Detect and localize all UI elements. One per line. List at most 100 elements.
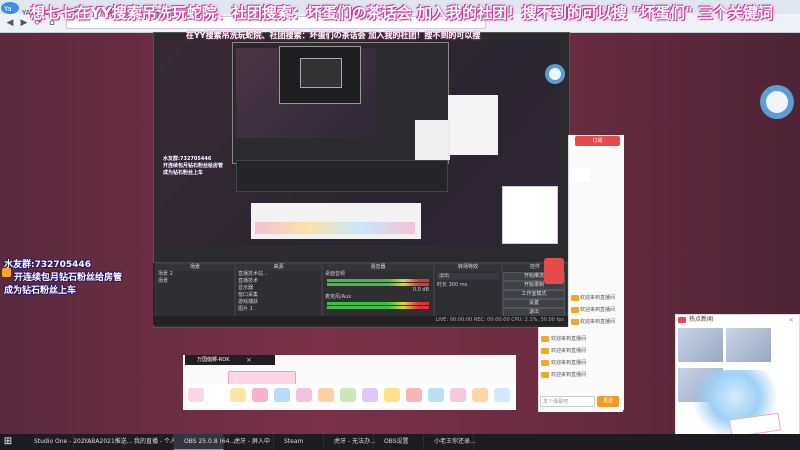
duration-row: 时长 300 ms	[435, 282, 501, 289]
gift-icon[interactable]	[428, 388, 444, 402]
system-clock[interactable]	[770, 434, 800, 450]
event-banner[interactable]	[228, 371, 296, 385]
taskbar-item[interactable]: Steam	[274, 434, 324, 450]
back-icon[interactable]: ◀	[4, 17, 16, 29]
start-button[interactable]: ⊞	[2, 436, 14, 448]
gift-icon[interactable]	[472, 388, 488, 402]
svg-text:Ya: Ya	[3, 5, 12, 13]
gift-icon[interactable]	[384, 388, 400, 402]
audio-meter	[327, 302, 429, 305]
taskbar-item[interactable]: 虎牙 - 无法办...	[324, 434, 376, 450]
forward-icon[interactable]: ▶	[18, 17, 30, 29]
chat-line: 欢迎来到直播间	[551, 348, 587, 354]
scenes-panel: 场景 场景 2 场景	[155, 263, 235, 323]
gift-icon[interactable]	[494, 388, 510, 402]
transition-select[interactable]: 淡出	[437, 273, 499, 280]
taskbar-item[interactable]: Studio One - 202...	[24, 434, 90, 450]
source-item[interactable]: 游戏捕获	[236, 299, 321, 306]
source-item[interactable]: 窗口采集	[236, 292, 321, 299]
taskbar-item[interactable]: YABA2021推送...	[74, 434, 133, 450]
audio-meter	[327, 306, 429, 309]
settings-button[interactable]: 设置	[503, 299, 565, 308]
chat-line: 欢迎来到直播间	[551, 372, 587, 378]
sources-panel: 来源 直播技术站... 直播技术 显示器 窗口采集 游戏捕获 图片 1	[235, 263, 322, 323]
popup-title: 热点新闻	[689, 316, 714, 323]
gift-icon[interactable]	[274, 388, 290, 402]
taskbar-item[interactable]: 小老王你还录...	[424, 434, 476, 450]
taskbar-item[interactable]: OBS设置	[374, 434, 424, 450]
obs-status-bar: LIVE: 00:00:00 REC: 00:00:00 CPU: 2.1%, …	[153, 316, 568, 325]
close-icon[interactable]: ×	[786, 314, 796, 326]
gift-icon[interactable]	[252, 388, 268, 402]
subscribe-button[interactable]: 订阅	[575, 136, 620, 146]
overlay-line: 开连续包月钻石粉丝给房管	[14, 273, 123, 283]
nested-obs-panels	[236, 160, 448, 192]
close-icon[interactable]: ×	[246, 355, 254, 365]
chat-line: 欢迎来到直播间	[551, 336, 587, 342]
inner-overlay: 水友群:732705446 开连续包月钻石粉丝给房管 成为钻石粉丝上车	[163, 155, 233, 179]
send-button[interactable]: 发送	[597, 396, 619, 407]
scene-item[interactable]: 场景	[156, 278, 234, 285]
nested-side-panel	[415, 120, 450, 160]
scenes-title: 场景	[156, 264, 234, 271]
chat-line: 欢迎来到直播间	[580, 295, 616, 301]
mixer-track-name: 桌面音频	[325, 271, 346, 277]
user-badge-icon	[541, 372, 549, 378]
gift-icon[interactable]	[450, 388, 466, 402]
scene-item[interactable]: 场景 2	[156, 271, 234, 278]
source-item[interactable]: 直播技术站...	[236, 271, 321, 278]
gift-icon[interactable]	[230, 388, 246, 402]
live-room-label: 万国伽狮-ROK	[185, 355, 275, 365]
taskbar-item[interactable]: 虎牙 - 屏入中	[224, 434, 274, 450]
mascot-icon	[757, 82, 797, 122]
user-badge-icon	[541, 336, 549, 342]
side-badge-icon	[544, 258, 564, 284]
inner-marquee-text: 在YY搜索吊洗玩蛇院、社团搜索：坏蛋们の茶话会 加入我的社团！搜不到的可以搜	[186, 31, 481, 40]
left-overlay: 水友群:732705446 开连续包月钻石粉丝给房管 成为钻石粉丝上车	[4, 257, 144, 297]
mixer-title: 混音器	[323, 264, 433, 271]
user-badge-icon	[541, 360, 549, 366]
taskbar-item[interactable]: 我的直播 - 个人...	[124, 434, 182, 450]
gift-icon[interactable]	[188, 388, 204, 402]
nested-chat-panel	[448, 95, 498, 155]
overlay-line: 水友群:732705446	[4, 260, 91, 270]
mixer-track-level: 0.0 dB	[412, 287, 429, 293]
source-item[interactable]: 直播技术	[236, 278, 321, 285]
news-thumbnail[interactable]	[678, 328, 723, 362]
browser-logo-icon: Ya	[0, 0, 20, 14]
audio-meter	[327, 279, 429, 282]
marquee-text: 想七七在YY搜索吊洗玩蛇院、社团搜索：坏蛋们の茶话会 加入我的社团！搜不到的可以…	[30, 4, 774, 22]
user-badge-icon	[571, 295, 579, 301]
transitions-title: 转场特效	[435, 264, 501, 271]
sources-title: 来源	[236, 264, 321, 271]
user-badge-icon	[541, 348, 549, 354]
gift-icon[interactable]	[340, 388, 356, 402]
source-item[interactable]: 显示器	[236, 285, 321, 292]
studio-mode-button[interactable]: 工作室模式	[503, 290, 565, 299]
taskbar-item-active[interactable]: OBS 25.0.8 (64...	[174, 434, 235, 450]
transitions-panel: 转场特效 淡出 时长 300 ms	[434, 263, 502, 323]
gift-icon[interactable]	[362, 388, 378, 402]
user-badge-icon	[571, 319, 579, 325]
overlay-badge-icon	[2, 268, 11, 277]
mixer-track-name: 麦克风/Aux	[325, 294, 352, 300]
inner-overlay-line: 成为钻石粉丝上车	[163, 170, 204, 176]
inner-overlay-line: 开连续包月钻石粉丝给房管	[163, 163, 224, 169]
chat-input[interactable]: 发个弹幕吧	[540, 396, 595, 407]
nested-popup	[502, 186, 558, 244]
chat-line: 欢迎来到直播间	[580, 319, 616, 325]
nested-gift-row	[255, 222, 415, 234]
inner-overlay-line: 水友群:732705446	[163, 156, 212, 162]
gift-icon[interactable]	[406, 388, 422, 402]
chat-line: 欢迎来到直播间	[580, 307, 616, 313]
duration-value[interactable]: 300 ms	[449, 282, 468, 288]
chat-line: 欢迎来到直播间	[551, 360, 587, 366]
news-thumbnail[interactable]	[726, 328, 771, 362]
avatar	[572, 168, 590, 182]
source-item[interactable]: 图片 1	[236, 306, 321, 313]
gift-icon[interactable]	[318, 388, 334, 402]
overlay-line: 成为钻石粉丝上车	[4, 286, 77, 296]
gift-icon[interactable]	[296, 388, 312, 402]
audio-meter	[327, 283, 429, 286]
mixer-panel: 混音器 桌面音频 0.0 dB 麦克风/Aux	[322, 263, 434, 323]
